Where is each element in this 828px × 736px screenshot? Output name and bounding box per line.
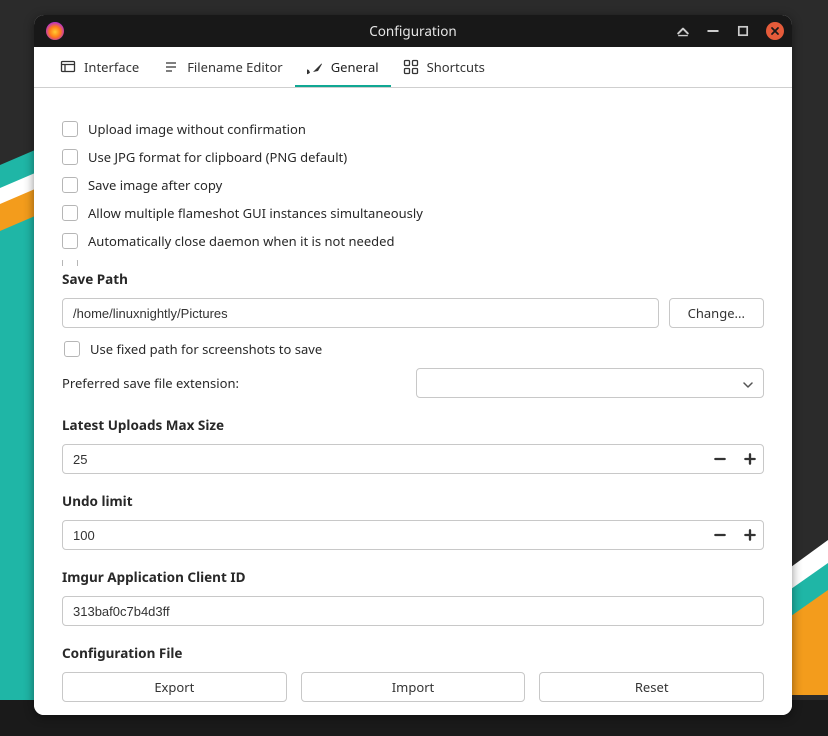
imgur-heading: Imgur Application Client ID — [62, 568, 764, 586]
tab-interface-label: Interface — [84, 58, 139, 76]
save-path-heading: Save Path — [62, 270, 764, 288]
cb-multi-instance[interactable] — [62, 205, 78, 221]
cb-upload-without-confirmation-row: Upload image without confirmation — [62, 120, 764, 138]
latest-uploads-increment[interactable] — [742, 451, 758, 467]
preferred-extension-row: Preferred save file extension: — [62, 368, 764, 398]
cb-upload-without-confirmation-label: Upload image without confirmation — [88, 120, 306, 138]
interface-icon — [60, 59, 76, 75]
config-file-block: Configuration File Export Import Reset — [62, 644, 764, 702]
tab-shortcuts[interactable]: Shortcuts — [391, 47, 497, 87]
general-icon — [307, 59, 323, 75]
latest-uploads-heading: Latest Uploads Max Size — [62, 416, 764, 434]
latest-uploads-block: Latest Uploads Max Size — [62, 416, 764, 474]
shortcuts-icon — [403, 59, 419, 75]
undo-limit-input[interactable] — [62, 520, 764, 550]
import-button[interactable]: Import — [301, 672, 526, 702]
preferred-extension-select[interactable] — [416, 368, 764, 398]
config-file-heading: Configuration File — [62, 644, 764, 662]
latest-uploads-input[interactable] — [62, 444, 764, 474]
tab-general[interactable]: General — [295, 47, 391, 87]
cb-save-after-copy-label: Save image after copy — [88, 176, 222, 194]
configuration-window: Configuration Interface — [34, 15, 792, 715]
tab-filename-editor-label: Filename Editor — [187, 58, 283, 76]
cb-save-after-copy[interactable] — [62, 177, 78, 193]
cb-multi-instance-row: Allow multiple flameshot GUI instances s… — [62, 204, 764, 222]
tab-shortcuts-label: Shortcuts — [427, 58, 485, 76]
cb-use-fixed-path-label: Use fixed path for screenshots to save — [90, 340, 322, 358]
tab-interface[interactable]: Interface — [48, 47, 151, 87]
undo-limit-decrement[interactable] — [712, 527, 728, 543]
use-fixed-path-row: Use fixed path for screenshots to save — [64, 340, 764, 358]
general-tab-content: Upload image without confirmation Use JP… — [34, 88, 792, 715]
chevron-down-icon — [743, 374, 753, 392]
change-path-button[interactable]: Change... — [669, 298, 764, 328]
latest-uploads-decrement[interactable] — [712, 451, 728, 467]
filename-editor-icon — [163, 59, 179, 75]
cb-save-after-copy-row: Save image after copy — [62, 176, 764, 194]
undo-limit-heading: Undo limit — [62, 492, 764, 510]
export-button[interactable]: Export — [62, 672, 287, 702]
tab-bar: Interface Filename Editor General Shortc… — [34, 47, 792, 88]
cb-jpg-clipboard[interactable] — [62, 149, 78, 165]
undo-limit-increment[interactable] — [742, 527, 758, 543]
imgur-client-id-input[interactable] — [62, 596, 764, 626]
imgur-block: Imgur Application Client ID — [62, 568, 764, 626]
titlebar: Configuration — [34, 15, 792, 47]
undo-limit-block: Undo limit — [62, 492, 764, 550]
cb-multi-instance-label: Allow multiple flameshot GUI instances s… — [88, 204, 423, 222]
preferred-extension-label: Preferred save file extension: — [62, 374, 402, 392]
reset-button[interactable]: Reset — [539, 672, 764, 702]
save-path-input[interactable] — [62, 298, 659, 328]
cb-auto-close-daemon[interactable] — [62, 233, 78, 249]
partial-checkbox-cutoff — [62, 260, 78, 266]
general-checkbox-list: Upload image without confirmation Use JP… — [62, 120, 764, 250]
cb-auto-close-daemon-row: Automatically close daemon when it is no… — [62, 232, 764, 250]
tab-filename-editor[interactable]: Filename Editor — [151, 47, 295, 87]
cb-use-fixed-path[interactable] — [64, 341, 80, 357]
save-path-block: Change... Use fixed path for screenshots… — [62, 298, 764, 398]
cb-upload-without-confirmation[interactable] — [62, 121, 78, 137]
cb-jpg-clipboard-label: Use JPG format for clipboard (PNG defaul… — [88, 148, 347, 166]
cb-jpg-clipboard-row: Use JPG format for clipboard (PNG defaul… — [62, 148, 764, 166]
cb-auto-close-daemon-label: Automatically close daemon when it is no… — [88, 232, 394, 250]
window-title: Configuration — [34, 22, 792, 40]
tab-general-label: General — [331, 58, 379, 76]
